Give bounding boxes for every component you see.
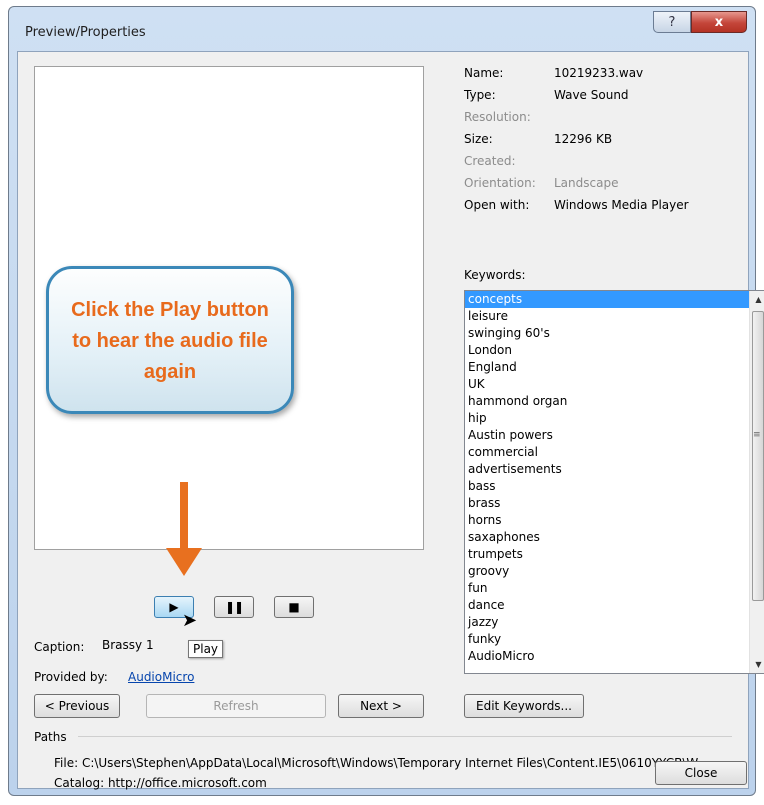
callout-text: Click the Play button to hear the audio … [71, 299, 269, 383]
pause-icon: ❚❚ [224, 600, 244, 614]
property-key: Orientation: [464, 176, 536, 190]
keyword-item[interactable]: funky [465, 631, 750, 648]
play-icon: ▶ [169, 600, 179, 614]
property-key: Created: [464, 154, 516, 168]
provider-link[interactable]: AudioMicro [128, 670, 194, 684]
keyword-item[interactable]: brass [465, 495, 750, 512]
property-key: Resolution: [464, 110, 531, 124]
keyword-item[interactable]: fun [465, 580, 750, 597]
keyword-item[interactable]: groovy [465, 563, 750, 580]
keyword-item[interactable]: hammond organ [465, 393, 750, 410]
next-button[interactable]: Next > [338, 694, 424, 718]
property-value: Landscape [554, 176, 619, 190]
keyword-item[interactable]: hip [465, 410, 750, 427]
stop-icon: ■ [288, 600, 300, 614]
property-value: 10219233.wav [554, 66, 644, 80]
keyword-item[interactable]: bass [465, 478, 750, 495]
window-title: Preview/Properties [25, 25, 146, 40]
pause-button[interactable]: ❚❚ [214, 596, 254, 618]
window-close-button[interactable]: x [691, 11, 747, 33]
keywords-listbox[interactable]: concepts leisure swinging 60's London Englan… [464, 290, 764, 674]
keyword-item[interactable]: AudioMicro [465, 648, 750, 665]
stop-button[interactable]: ■ [274, 596, 314, 618]
play-tooltip: Play [188, 640, 224, 658]
keyword-item[interactable]: swinging 60's [465, 325, 750, 342]
arrow-down-icon [166, 548, 202, 576]
caption-value: Brassy 1 [102, 638, 154, 652]
keyword-item[interactable]: commercial [465, 444, 750, 461]
keywords-list: concepts leisure swinging 60's London Englan… [465, 291, 750, 665]
keyword-item[interactable]: England [465, 359, 750, 376]
keyword-item[interactable]: advertisements [465, 461, 750, 478]
scroll-up-icon[interactable]: ▲ [750, 291, 764, 308]
keyword-item[interactable]: concepts [465, 291, 750, 308]
keywords-scrollbar[interactable]: ▲ ≡ ▼ [749, 291, 764, 673]
property-key: Open with: [464, 198, 530, 212]
keyword-item[interactable]: UK [465, 376, 750, 393]
scroll-down-icon[interactable]: ▼ [750, 656, 764, 673]
property-key: Size: [464, 132, 493, 146]
instruction-callout: Click the Play button to hear the audio … [46, 266, 294, 414]
close-button[interactable]: Close [655, 761, 747, 785]
grip-icon: ≡ [753, 430, 761, 440]
preview-properties-dialog: Preview/Properties ? x Click the Play bu… [8, 6, 764, 796]
previous-button[interactable]: < Previous [34, 694, 120, 718]
refresh-button[interactable]: Refresh [146, 694, 326, 718]
property-value: 12296 KB [554, 132, 613, 146]
keyword-item[interactable]: London [465, 342, 750, 359]
keyword-item[interactable]: jazzy [465, 614, 750, 631]
caption-label: Caption: [34, 640, 85, 654]
paths-divider [78, 736, 732, 737]
keywords-label: Keywords: [464, 268, 526, 282]
keyword-item[interactable]: horns [465, 512, 750, 529]
keyword-item[interactable]: leisure [465, 308, 750, 325]
keyword-item[interactable]: dance [465, 597, 750, 614]
provided-by-label: Provided by: [34, 670, 108, 684]
property-value: Windows Media Player [554, 198, 689, 212]
keyword-item[interactable]: saxaphones [465, 529, 750, 546]
mouse-cursor-icon: ➤ [182, 610, 198, 631]
edit-keywords-button[interactable]: Edit Keywords... [464, 694, 584, 718]
title-bar[interactable]: Preview/Properties ? x [9, 7, 755, 51]
dialog-client-area: Click the Play button to hear the audio … [17, 51, 764, 790]
paths-label: Paths [34, 730, 67, 744]
scrollbar-thumb[interactable] [752, 311, 764, 601]
property-key: Name: [464, 66, 504, 80]
property-key: Type: [464, 88, 496, 102]
keyword-item[interactable]: trumpets [465, 546, 750, 563]
help-button[interactable]: ? [653, 11, 691, 33]
property-value: Wave Sound [554, 88, 629, 102]
keyword-item[interactable]: Austin powers [465, 427, 750, 444]
arrow-shaft [180, 482, 188, 550]
